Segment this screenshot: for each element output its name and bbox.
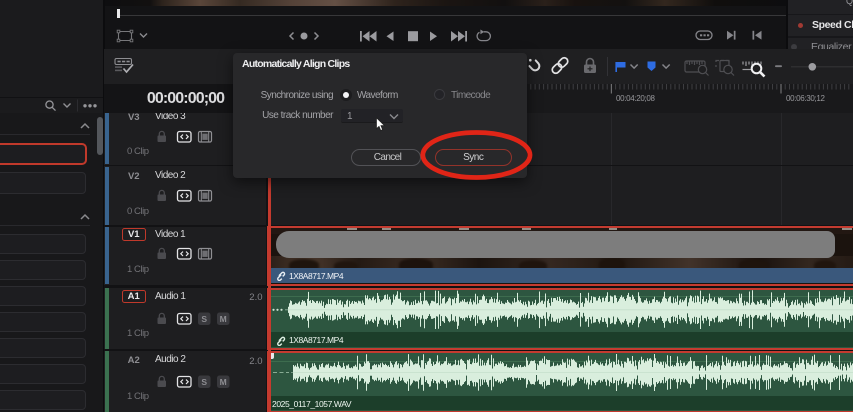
svg-text:M: M <box>220 314 227 324</box>
svg-text:M: M <box>220 377 227 387</box>
svg-text:S: S <box>201 314 207 324</box>
svg-text:S: S <box>201 377 207 387</box>
